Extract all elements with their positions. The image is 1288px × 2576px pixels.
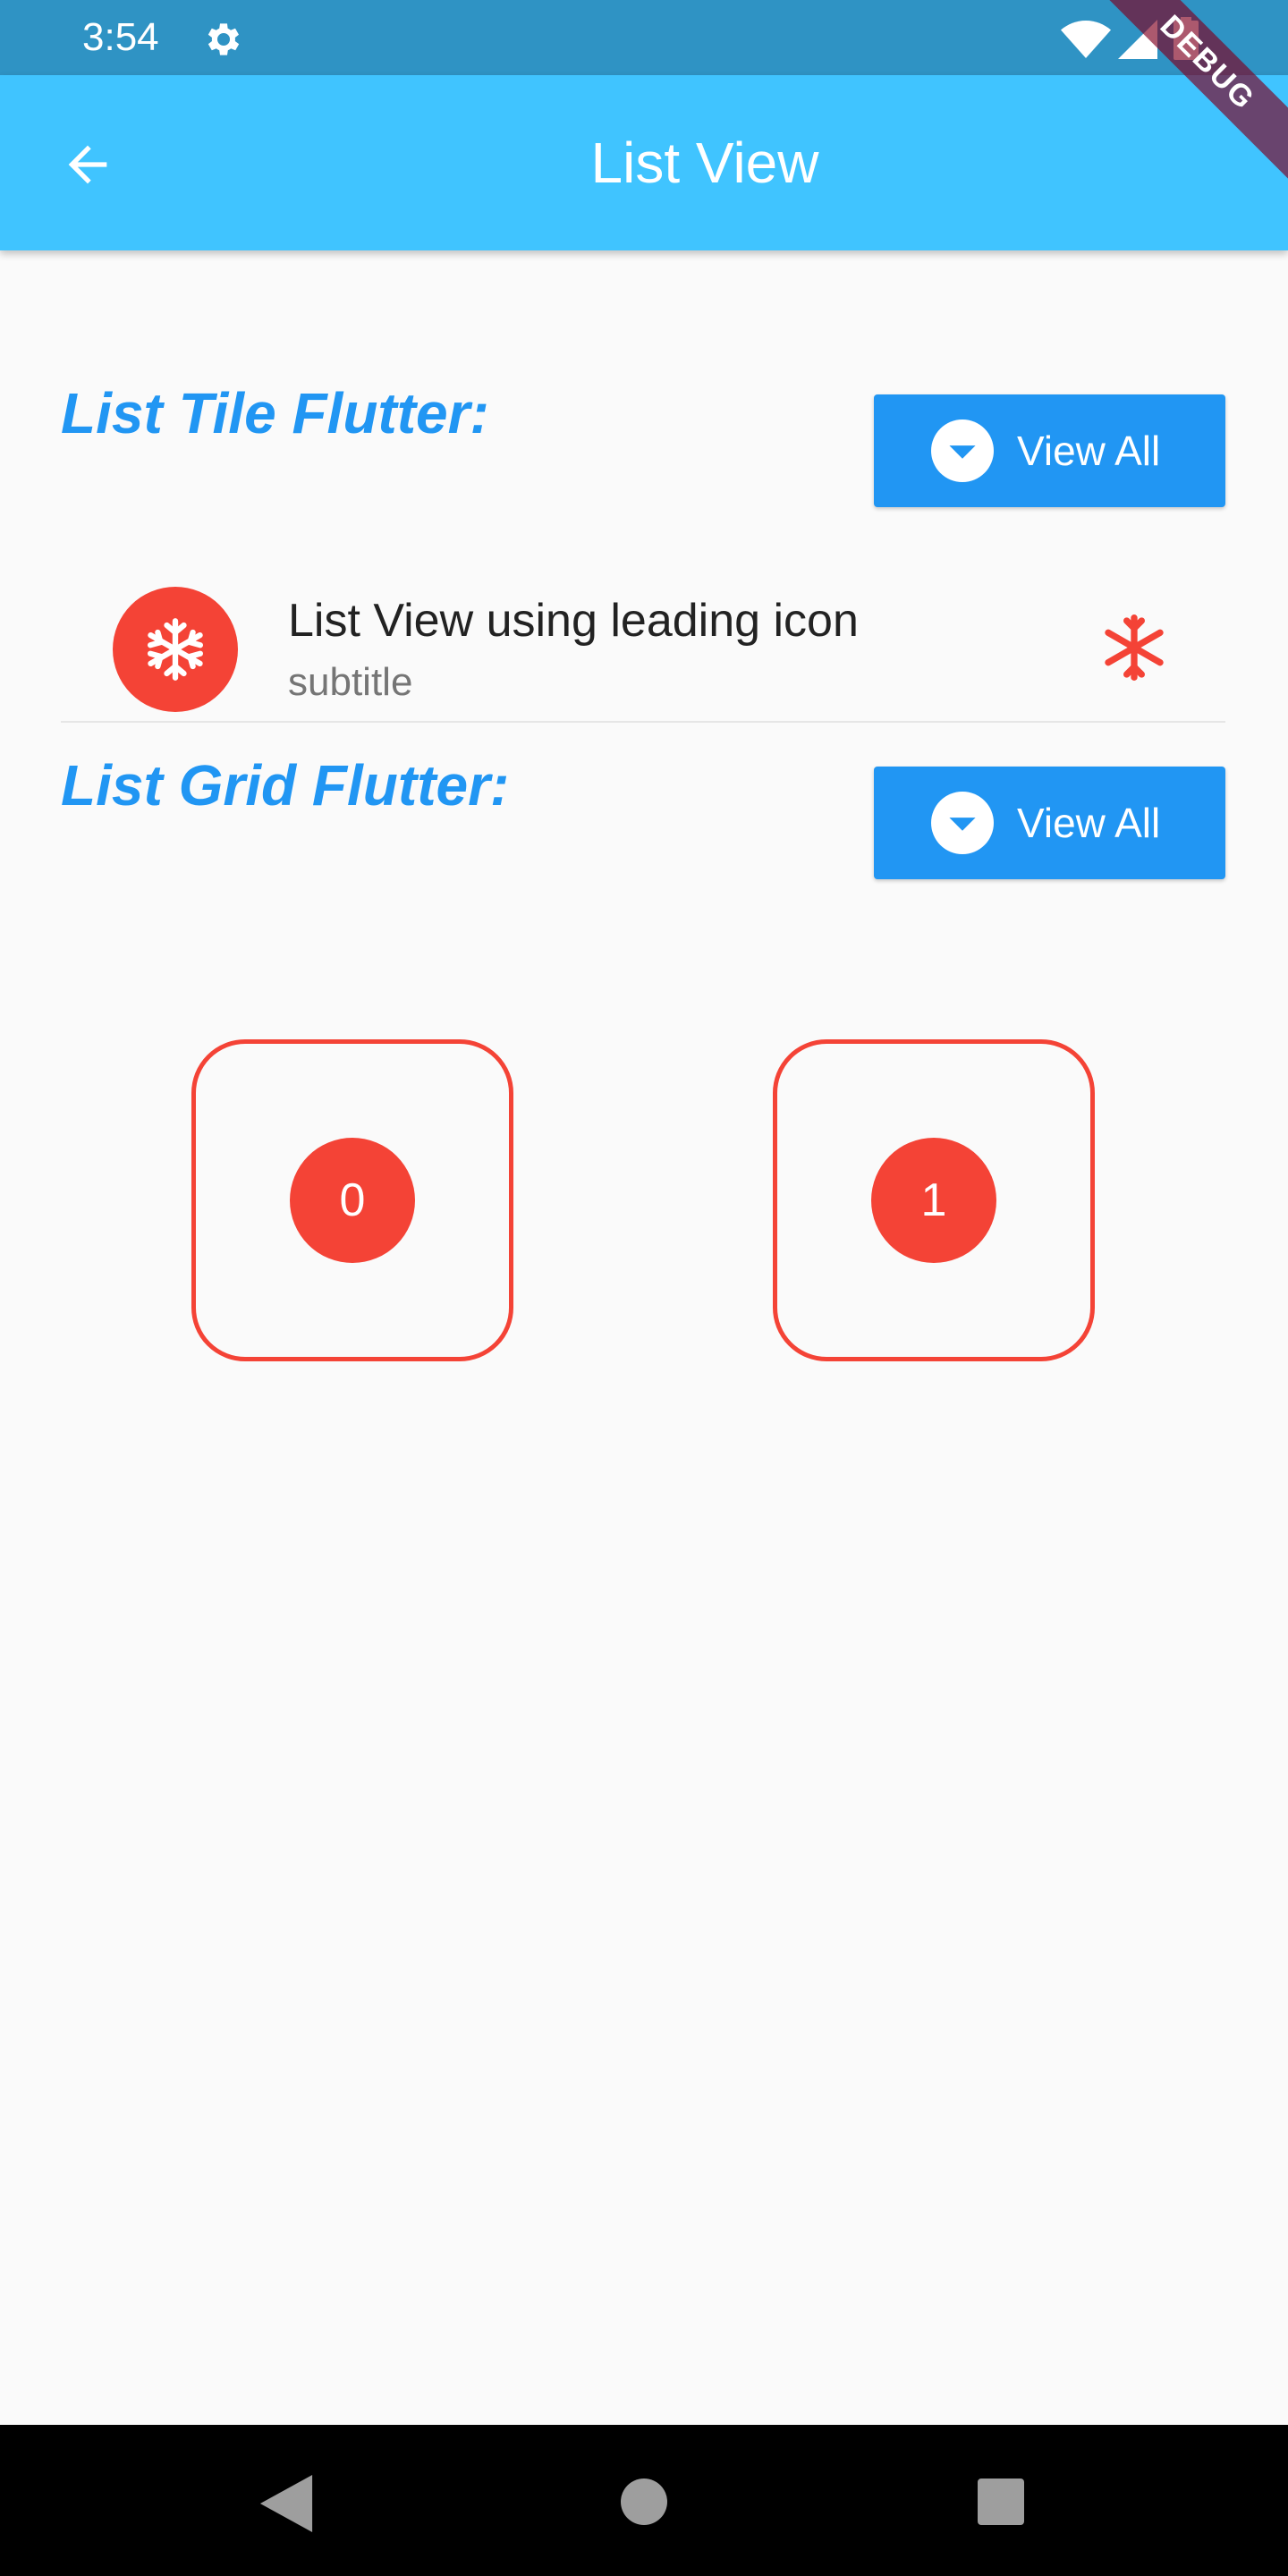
view-all-button-list-grid[interactable]: View All — [874, 767, 1225, 879]
list-tile[interactable]: List View using leading icon subtitle — [61, 572, 1225, 723]
page-title: List View — [590, 131, 819, 195]
nav-home-icon[interactable] — [621, 2479, 667, 2525]
snowflake-icon — [147, 618, 204, 681]
view-all-label: View All — [1017, 800, 1161, 846]
view-all-label: View All — [1017, 428, 1161, 474]
wifi-icon — [1061, 21, 1111, 58]
list-tile-title: List View using leading icon — [288, 595, 859, 647]
list-tile-subtitle: subtitle — [288, 660, 413, 704]
gear-icon — [208, 23, 240, 55]
status-bar: 3:54 — [0, 0, 1288, 75]
leading-avatar — [113, 587, 238, 712]
app-bar: List View — [0, 75, 1288, 250]
asterisk-icon — [1105, 614, 1164, 681]
grid-item[interactable]: 1 — [773, 1039, 1095, 1361]
view-all-button-list-tile[interactable]: View All — [874, 394, 1225, 507]
list-grid-heading: List Grid Flutter: — [61, 753, 510, 818]
grid-item[interactable]: 0 — [191, 1039, 513, 1361]
grid-item-badge: 0 — [290, 1138, 415, 1263]
screen: 3:54 List View DEBUG List Tile Flutter: — [0, 0, 1288, 2576]
nav-back-icon[interactable] — [259, 2475, 313, 2532]
nav-recent-apps-icon[interactable] — [978, 2479, 1024, 2525]
list-tile-heading: List Tile Flutter: — [61, 381, 489, 445]
navigation-bar — [0, 2425, 1288, 2576]
status-time: 3:54 — [82, 15, 159, 59]
dropdown-circle-icon — [931, 419, 994, 482]
dropdown-circle-icon — [931, 792, 994, 854]
grid-item-badge: 1 — [871, 1138, 996, 1263]
